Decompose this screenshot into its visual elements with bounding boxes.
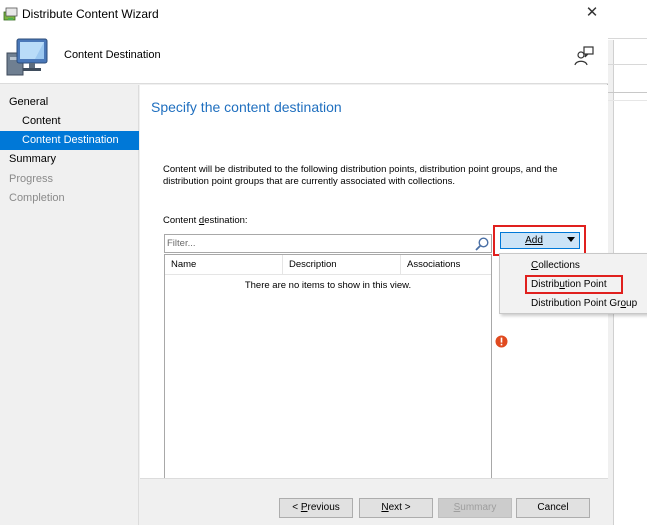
- content-destination-label: Content destination:: [163, 215, 248, 226]
- wizard-header: Content Destination: [0, 28, 608, 84]
- background-divider: [608, 64, 647, 65]
- column-header-associations[interactable]: Associations: [401, 255, 491, 275]
- search-icon[interactable]: [474, 236, 490, 252]
- add-dropdown-menu: Collections Distribution Point Distribut…: [499, 253, 647, 314]
- computer-icon: [6, 38, 48, 76]
- page-title: Specify the content destination: [151, 99, 342, 115]
- add-button-highlight: Add: [493, 225, 586, 256]
- distribute-content-wizard: Distribute Content Wizard ✕ Content Dest…: [0, 0, 647, 525]
- destination-list[interactable]: Name Description Associations There are …: [164, 254, 492, 483]
- filter-input[interactable]: [167, 236, 467, 251]
- close-button[interactable]: ✕: [582, 3, 602, 23]
- background-divider: [608, 38, 647, 39]
- nav-item-progress: Progress: [9, 173, 54, 185]
- close-icon: ✕: [585, 4, 599, 21]
- dropdown-arrow-icon: [567, 237, 575, 242]
- wizard-navigation: General Content Content Destination Summ…: [0, 85, 139, 525]
- add-button-label-u: A: [525, 235, 532, 246]
- menu-item-distribution-point[interactable]: Distribution Point: [525, 275, 623, 294]
- column-header-description[interactable]: Description: [283, 255, 401, 275]
- nav-item-content[interactable]: Content: [0, 112, 139, 131]
- nav-item-summary[interactable]: Summary: [0, 150, 139, 169]
- filter-box[interactable]: [164, 234, 492, 253]
- page-description: Content will be distributed to the follo…: [163, 164, 558, 187]
- background-divider: [608, 92, 647, 93]
- wizard-footer: < Previous Next > Summary Cancel: [140, 478, 608, 525]
- menu-item-collections[interactable]: Collections: [500, 256, 647, 275]
- add-button-label: dd: [531, 235, 543, 246]
- help-person-icon[interactable]: [573, 45, 595, 67]
- empty-list-message: There are no items to show in this view.: [244, 280, 412, 291]
- list-header: Name Description Associations: [165, 255, 491, 275]
- previous-button[interactable]: < Previous: [279, 498, 353, 518]
- nav-item-content-destination[interactable]: Content Destination: [0, 131, 139, 150]
- content-destination-page: Specify the content destination Content …: [140, 85, 647, 525]
- cancel-button[interactable]: Cancel: [516, 498, 590, 518]
- header-title: Content Destination: [64, 49, 161, 61]
- wizard-app-icon: [3, 7, 18, 21]
- title-bar[interactable]: Distribute Content Wizard ✕: [0, 0, 608, 28]
- background-divider: [608, 100, 647, 101]
- nav-item-general[interactable]: General: [0, 93, 139, 112]
- column-header-name[interactable]: Name: [165, 255, 283, 275]
- menu-item-distribution-point-group[interactable]: Distribution Point Group: [500, 294, 647, 313]
- window-title: Distribute Content Wizard: [22, 7, 159, 21]
- next-button[interactable]: Next >: [359, 498, 433, 518]
- add-button[interactable]: Add: [500, 232, 580, 249]
- nav-item-completion: Completion: [9, 192, 65, 204]
- error-icon: [495, 335, 508, 348]
- summary-button: Summary: [438, 498, 512, 518]
